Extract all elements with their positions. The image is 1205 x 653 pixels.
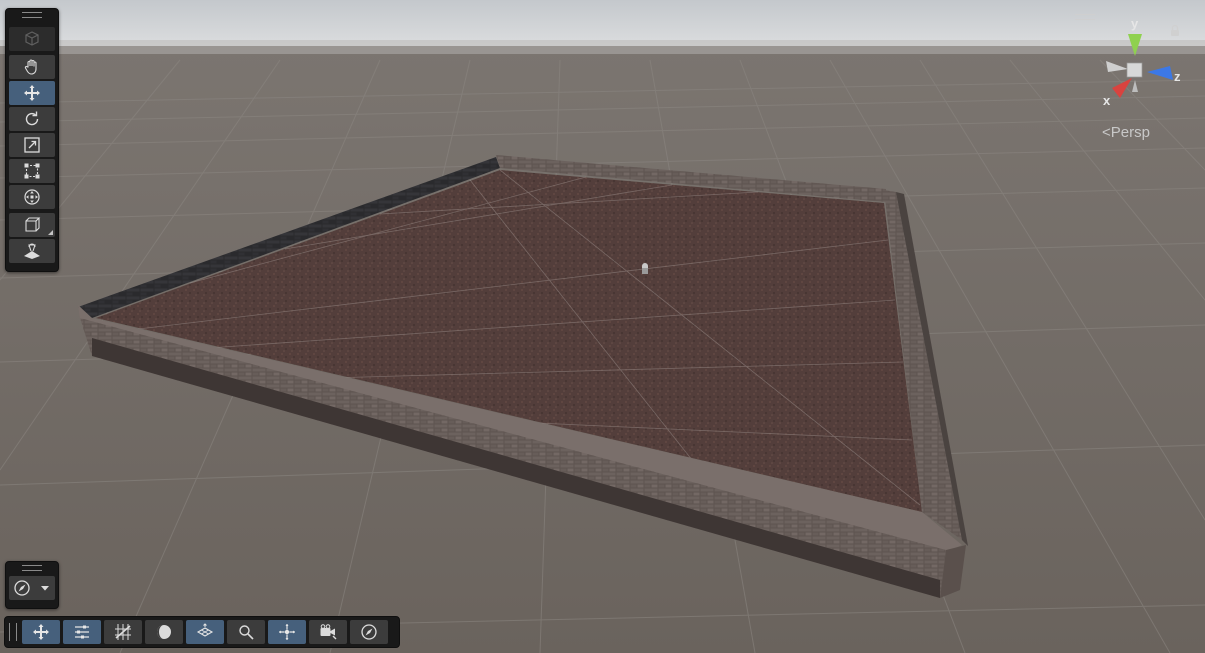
scene-view-toolbar — [4, 616, 400, 648]
grid-plane-icon — [196, 623, 214, 637]
tools-overlay — [5, 8, 59, 272]
orientation-dropdown-button[interactable] — [9, 576, 55, 600]
grid-snapping-button[interactable] — [104, 620, 142, 644]
draw-mode-button[interactable] — [145, 620, 183, 644]
projection-label[interactable]: <Persp — [1102, 124, 1150, 141]
magnifier-icon — [239, 625, 254, 640]
orientation-button[interactable] — [350, 620, 388, 644]
cube-icon — [25, 31, 39, 46]
rect-transform-icon — [24, 163, 40, 179]
transform-tool-button[interactable] — [9, 185, 55, 209]
gizmos-button[interactable] — [268, 620, 306, 644]
chevron-left-icon: < — [1102, 124, 1111, 141]
lock-icon[interactable] — [1171, 24, 1179, 37]
custom-tool-button[interactable] — [9, 213, 55, 237]
cube-outline-icon — [25, 217, 41, 232]
scene-canvas[interactable] — [0, 0, 1205, 653]
tool-settings-button[interactable] — [63, 620, 101, 644]
rect-tool-button[interactable] — [9, 159, 55, 183]
gizmo-menu-icon[interactable] — [1075, 14, 1095, 20]
tools-overlay-handle[interactable] — [6, 9, 58, 21]
search-button[interactable] — [227, 620, 265, 644]
scene-viewport[interactable]: y z x <Persp — [0, 0, 1205, 653]
tool-handle-position-button[interactable] — [22, 620, 60, 644]
dropdown-indicator-icon — [48, 230, 53, 235]
hand-icon — [24, 59, 37, 75]
grid-snap-icon — [115, 624, 131, 640]
compass-icon — [14, 580, 30, 596]
grid-visibility-button[interactable] — [186, 620, 224, 644]
transform-icon — [24, 189, 40, 205]
player-capsule[interactable] — [642, 263, 648, 274]
orientation-overlay-handle[interactable] — [6, 562, 58, 574]
gizmo-x-axis[interactable] — [1112, 78, 1132, 98]
rotate-icon — [25, 111, 39, 126]
gizmo-label-y: y — [1131, 16, 1139, 31]
gizmo-z-axis[interactable] — [1147, 66, 1173, 80]
scale-tool-button[interactable] — [9, 133, 55, 157]
gizmo-label-z: z — [1174, 69, 1181, 84]
scale-icon — [24, 137, 40, 153]
sliders-icon — [75, 625, 89, 639]
gizmo-label-x: x — [1103, 93, 1111, 108]
orientation-overlay — [5, 561, 59, 609]
chevron-down-icon — [41, 586, 49, 591]
navmesh-tool-button[interactable] — [9, 239, 55, 263]
move-arrows-icon — [33, 624, 49, 640]
shading-icon — [157, 625, 171, 639]
camera-icon — [320, 624, 337, 640]
gizmo-icon — [279, 624, 295, 640]
orientation-gizmo[interactable]: y z x — [1098, 14, 1190, 109]
scene-camera-button[interactable] — [309, 620, 347, 644]
gizmo-y-axis[interactable] — [1128, 34, 1142, 56]
move-tool-button[interactable] — [9, 81, 55, 105]
rotate-tool-button[interactable] — [9, 107, 55, 131]
toolbar-grip-handle[interactable] — [9, 623, 17, 641]
cube-icon-button — [9, 27, 55, 51]
move-arrows-icon — [24, 85, 40, 101]
view-tool-button[interactable] — [9, 55, 55, 79]
compass-icon — [361, 624, 377, 640]
navmesh-icon — [24, 243, 40, 259]
